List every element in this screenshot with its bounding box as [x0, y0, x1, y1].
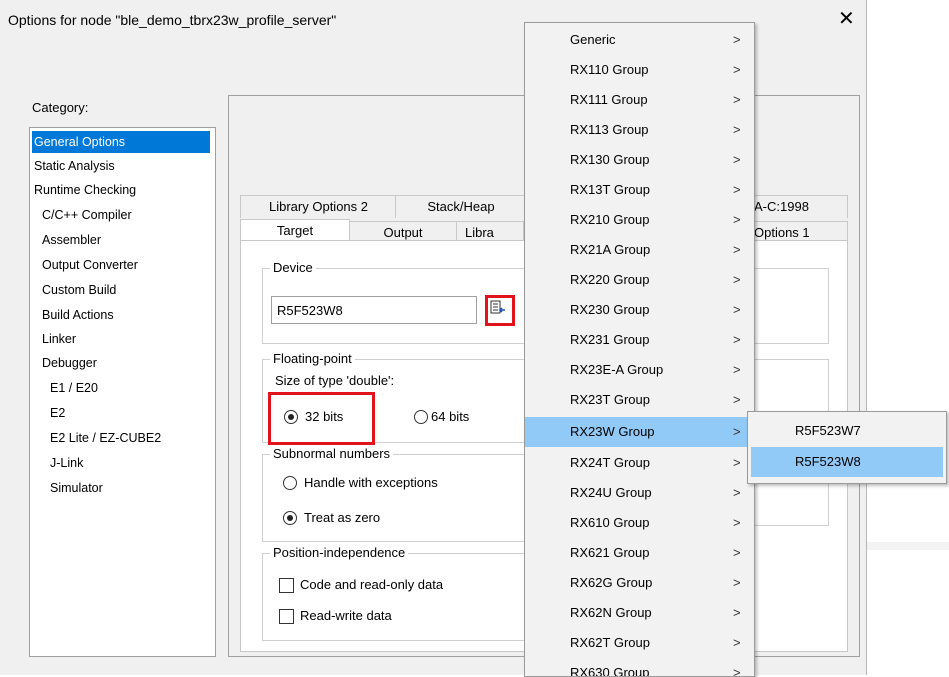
chevron-right-icon: > — [733, 605, 741, 620]
menu-item-rx62g[interactable]: RX62G Group > — [525, 568, 754, 598]
radio-32-bits[interactable] — [284, 410, 298, 424]
position-independence-label: Position-independence — [270, 545, 409, 560]
chevron-right-icon: > — [733, 62, 741, 77]
menu-item-rx630[interactable]: RX630 Group > — [525, 658, 754, 677]
chevron-right-icon: > — [733, 392, 741, 407]
category-static-analysis[interactable]: Static Analysis — [32, 155, 115, 177]
chevron-right-icon: > — [733, 242, 741, 257]
chevron-right-icon: > — [733, 485, 741, 500]
chevron-right-icon: > — [733, 212, 741, 227]
chevron-right-icon: > — [733, 302, 741, 317]
chevron-right-icon: > — [733, 122, 741, 137]
subnormal-label: Subnormal numbers — [270, 446, 394, 461]
radio-treat-as-zero[interactable] — [283, 511, 297, 525]
menu-item-rx113[interactable]: RX113 Group > — [525, 115, 754, 145]
menu-item-rx111[interactable]: RX111 Group > — [525, 85, 754, 115]
submenu-item-r5f523w7[interactable]: R5F523W7 — [751, 416, 949, 446]
read-write-label: Read-write data — [300, 608, 392, 623]
radio-64-bits[interactable] — [414, 410, 428, 424]
category-assembler[interactable]: Assembler — [40, 229, 101, 251]
code-readonly-label: Code and read-only data — [300, 577, 444, 592]
device-submenu: R5F523W7 R5F523W8 — [747, 411, 947, 484]
radio-handle-exceptions[interactable] — [283, 476, 297, 490]
menu-item-rx23e-a[interactable]: RX23E-A Group > — [525, 355, 754, 385]
close-icon[interactable]: ✕ — [838, 6, 855, 31]
chevron-right-icon: > — [733, 424, 741, 439]
chevron-right-icon: > — [733, 545, 741, 560]
tab-library-options-2[interactable]: Library Options 2 — [240, 195, 397, 218]
menu-item-rx610[interactable]: RX610 Group > — [525, 508, 754, 538]
category-output-converter[interactable]: Output Converter — [40, 254, 138, 276]
radio-64-bits-label: 64 bits — [431, 409, 470, 424]
chevron-right-icon: > — [733, 182, 741, 197]
category-e1-e20[interactable]: E1 / E20 — [48, 377, 98, 399]
menu-item-rx621[interactable]: RX621 Group > — [525, 538, 754, 568]
chevron-right-icon: > — [733, 665, 741, 677]
chevron-right-icon: > — [733, 92, 741, 107]
menu-item-generic[interactable]: Generic > — [525, 25, 754, 55]
device-select-icon[interactable] — [490, 300, 505, 314]
radio-32-bits-label: 32 bits — [305, 409, 344, 424]
chevron-right-icon: > — [733, 575, 741, 590]
floating-point-label: Floating-point — [270, 351, 355, 366]
menu-item-rx24u[interactable]: RX24U Group > — [525, 478, 754, 508]
menu-item-rx23t[interactable]: RX23T Group > — [525, 385, 754, 415]
menu-item-rx230[interactable]: RX230 Group > — [525, 295, 754, 325]
category-simulator[interactable]: Simulator — [48, 477, 103, 499]
chevron-right-icon: > — [733, 272, 741, 287]
category-general-options[interactable]: General Options — [32, 131, 210, 153]
category-c-compiler[interactable]: C/C++ Compiler — [40, 204, 132, 226]
category-runtime-checking[interactable]: Runtime Checking — [32, 179, 136, 201]
handle-exceptions-label: Handle with exceptions — [304, 475, 438, 490]
device-label: Device — [270, 260, 316, 275]
chevron-right-icon: > — [733, 332, 741, 347]
subnormal-group — [262, 454, 526, 542]
category-e2-lite[interactable]: E2 Lite / EZ-CUBE2 — [48, 427, 161, 449]
chevron-right-icon: > — [733, 152, 741, 167]
category-custom-build[interactable]: Custom Build — [40, 279, 116, 301]
menu-item-rx110[interactable]: RX110 Group > — [525, 55, 754, 85]
device-group-menu: Generic > RX110 Group > RX111 Group > RX113… — [524, 22, 755, 677]
category-list: General Options Static Analysis Runtime … — [29, 127, 216, 657]
checkbox-read-write[interactable] — [279, 609, 294, 624]
device-field[interactable]: R5F523W8 — [271, 296, 477, 324]
menu-item-rx231[interactable]: RX231 Group > — [525, 325, 754, 355]
checkbox-code-readonly[interactable] — [279, 578, 294, 593]
category-build-actions[interactable]: Build Actions — [40, 304, 114, 326]
menu-item-rx62t[interactable]: RX62T Group > — [525, 628, 754, 658]
category-linker[interactable]: Linker — [40, 328, 76, 350]
submenu-item-r5f523w8[interactable]: R5F523W8 — [751, 447, 943, 477]
menu-item-rx23w[interactable]: RX23W Group > — [525, 417, 754, 447]
chevron-right-icon: > — [733, 635, 741, 650]
category-debugger[interactable]: Debugger — [40, 352, 97, 374]
chevron-right-icon: > — [733, 515, 741, 530]
tab-stack-heap[interactable]: Stack/Heap — [395, 195, 527, 218]
menu-item-rx13t[interactable]: RX13T Group > — [525, 175, 754, 205]
category-label: Category: — [32, 100, 89, 115]
category-j-link[interactable]: J-Link — [48, 452, 83, 474]
background-strip — [867, 542, 949, 550]
tab-misra-c[interactable]: A-C:1998 — [753, 195, 848, 218]
menu-item-rx130[interactable]: RX130 Group > — [525, 145, 754, 175]
menu-item-rx210[interactable]: RX210 Group > — [525, 205, 754, 235]
chevron-right-icon: > — [733, 455, 741, 470]
treat-as-zero-label: Treat as zero — [304, 510, 381, 525]
device-group-right — [753, 268, 829, 344]
menu-item-rx220[interactable]: RX220 Group > — [525, 265, 754, 295]
chevron-right-icon: > — [733, 32, 741, 47]
double-size-label: Size of type 'double': — [275, 373, 395, 388]
position-independence-group — [262, 553, 526, 641]
dialog-title: Options for node "ble_demo_tbrx23w_profi… — [8, 12, 337, 28]
menu-item-rx62n[interactable]: RX62N Group > — [525, 598, 754, 628]
chevron-right-icon: > — [733, 362, 741, 377]
menu-item-rx24t[interactable]: RX24T Group > — [525, 448, 754, 478]
category-e2[interactable]: E2 — [48, 402, 65, 424]
menu-item-rx21a[interactable]: RX21A Group > — [525, 235, 754, 265]
